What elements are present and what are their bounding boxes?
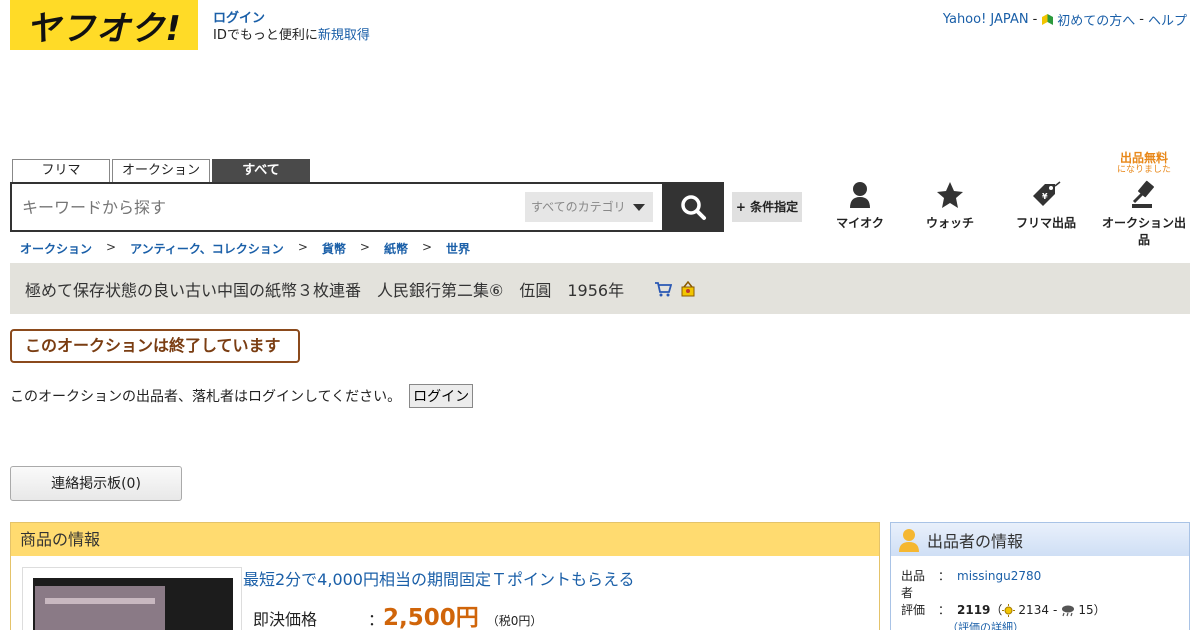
item-thumbnail[interactable] [33, 578, 233, 630]
category-select[interactable]: すべてのカテゴリ [525, 192, 653, 222]
auction-sell-nav[interactable]: オークション出品 [1098, 180, 1190, 248]
item-info-panel: 商品の情報 最短2分で4,000円相当の期間固定Ｔポイントもらえる 即決価格 ：… [10, 522, 880, 630]
seller-rating: 2119 [957, 603, 991, 617]
beginner-link[interactable]: 初めての方へ [1041, 10, 1135, 29]
breadcrumb-item[interactable]: 紙幣 [384, 240, 408, 257]
beginner-leaf-icon [1042, 14, 1054, 25]
login-box: ログイン IDでもっと便利に新規取得 [213, 10, 370, 44]
breadcrumb: オークション > アンティーク、コレクション > 貨幣 > 紙幣 > 世界 [20, 240, 471, 257]
price-tag-icon: ¥ [1033, 181, 1061, 206]
seller-info-panel: 出品者の情報 出品者 ： missingu2780 評価 ： 2119 （ 21… [890, 522, 1190, 630]
buyout-price: 2,500円 [383, 605, 479, 630]
free-listing-banner: 出品無料 になりました [1116, 151, 1171, 175]
search-tabs: フリマ オークション すべて [12, 159, 310, 183]
item-image-frame[interactable] [22, 567, 242, 630]
item-info-header: 商品の情報 [11, 523, 879, 556]
person-icon [850, 182, 870, 208]
tpoint-promo-link[interactable]: 最短2分で4,000円相当の期間固定Ｔポイントもらえる [243, 566, 635, 590]
flea-sell-nav[interactable]: ¥ フリマ出品 [1012, 180, 1080, 231]
help-link[interactable]: ヘルプ [1148, 10, 1187, 29]
seller-name-link[interactable]: missingu2780 [957, 568, 1041, 602]
search-icon [681, 195, 706, 220]
search-input[interactable] [22, 192, 522, 222]
seller-details: 出品者 ： missingu2780 評価 ： 2119 （ 2134 - 15… [901, 568, 1106, 630]
register-link[interactable]: 新規取得 [318, 28, 370, 43]
login-button[interactable]: ログイン [409, 384, 474, 408]
breadcrumb-item[interactable]: アンティーク、コレクション [130, 240, 284, 257]
chevron-down-icon [633, 204, 645, 211]
bad-rating-count: 15 [1078, 603, 1094, 617]
svg-text:¥: ¥ [1042, 192, 1048, 201]
item-title-bar: 極めて保存状態の良い古い中国の紙幣３枚連番 人民銀行第二集⑥ 伍圓 1956年 [10, 263, 1190, 314]
auction-ended-banner: このオークションは終了しています [10, 329, 300, 363]
seller-avatar-icon [899, 528, 919, 552]
auction-badge-icon [681, 280, 695, 296]
gavel-icon [1132, 180, 1154, 208]
search-button[interactable] [662, 182, 724, 232]
condition-button[interactable]: + 条件指定 [732, 192, 802, 222]
seller-info-header: 出品者の情報 [891, 523, 1189, 556]
login-sub-text: IDでもっと便利に [213, 28, 318, 43]
rating-detail-link[interactable]: （評価の詳細） [947, 619, 1106, 630]
breadcrumb-item[interactable]: 貨幣 [322, 240, 346, 257]
star-icon [937, 182, 963, 208]
login-link[interactable]: ログイン [213, 11, 265, 26]
myauc-nav[interactable]: マイオク [832, 180, 888, 231]
breadcrumb-item[interactable]: オークション [20, 240, 92, 257]
search-box: すべてのカテゴリ [10, 182, 664, 232]
rain-cloud-icon [1062, 605, 1075, 616]
login-notice: このオークションの出品者、落札者はログインしてください。 ログイン [10, 384, 474, 408]
contact-board-button[interactable]: 連絡掲示板(0) [10, 466, 182, 501]
top-links: Yahoo! JAPAN - 初めての方へ - ヘルプ [942, 10, 1187, 29]
watch-nav[interactable]: ウォッチ [922, 180, 978, 231]
tab-auction[interactable]: オークション [112, 159, 210, 183]
tab-all[interactable]: すべて [212, 159, 310, 183]
cart-icon [655, 281, 673, 296]
yahoo-auction-logo[interactable]: ヤフオク! [10, 0, 198, 50]
breadcrumb-item[interactable]: 世界 [446, 240, 470, 257]
yahoo-japan-link[interactable]: Yahoo! JAPAN [943, 12, 1029, 27]
tab-flea[interactable]: フリマ [12, 159, 110, 183]
tax-amount: （税0円） [486, 614, 543, 628]
buyout-label: 即決価格 [253, 610, 318, 629]
item-title: 極めて保存状態の良い古い中国の紙幣３枚連番 人民銀行第二集⑥ 伍圓 1956年 [25, 280, 625, 300]
good-rating-count: 2134 [1018, 603, 1049, 617]
sun-icon [1002, 604, 1016, 617]
buyout-price-row: 即決価格 ： 2,500円 （税0円） [253, 598, 542, 630]
